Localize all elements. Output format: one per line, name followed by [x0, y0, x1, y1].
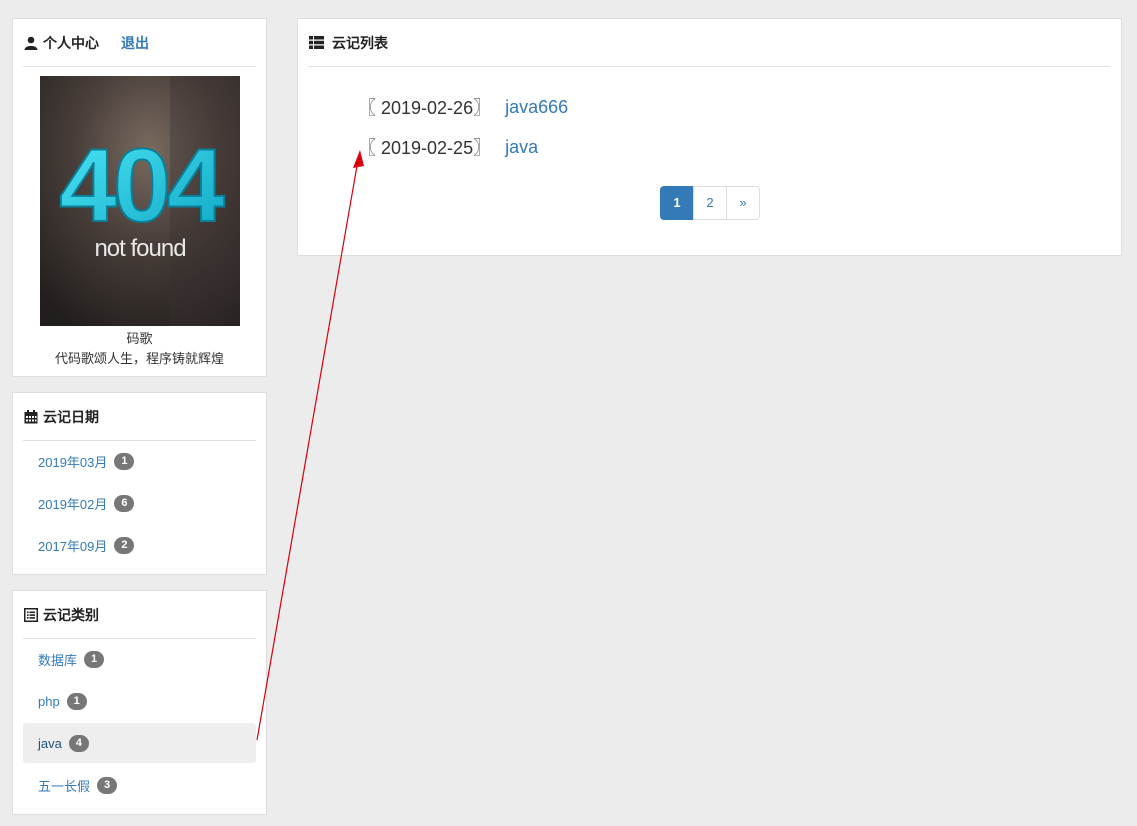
calendar-icon [23, 409, 39, 425]
category-item-label[interactable]: 数据库 [38, 650, 77, 669]
note-item: 〖 2019-02-25〗 java [358, 127, 568, 167]
avatar-404-text: 404 [59, 128, 225, 244]
notes-panel: 云记列表 〖 2019-02-26〗 java666 〖 2019-02-25〗… [297, 18, 1122, 256]
date-list: 2019年03月 1 2019年02月 6 2017年09月 2 [23, 441, 256, 567]
avatar: 404 not found [40, 76, 240, 326]
categories-panel-header: 云记类别 [23, 591, 256, 639]
page-2-button[interactable]: 2 [693, 186, 727, 220]
category-item[interactable]: 五一长假 3 [23, 765, 256, 805]
notes-panel-title: 云记列表 [332, 34, 388, 51]
notes-panel-header: 云记列表 [308, 19, 1111, 67]
profile-name: 码歌 [126, 331, 153, 346]
note-date: 〖 2019-02-26〗 [358, 98, 492, 118]
categories-panel: 云记类别 数据库 1 php 1 java 4 五一长假 3 [12, 590, 267, 815]
category-item[interactable]: 数据库 1 [23, 639, 256, 679]
count-badge: 1 [84, 650, 105, 668]
note-item: 〖 2019-02-26〗 java666 [358, 87, 568, 127]
category-item-active[interactable]: java 4 [23, 723, 256, 763]
date-item-label[interactable]: 2017年09月 [38, 536, 107, 555]
count-badge: 6 [114, 494, 135, 512]
categories-panel-title: 云记类别 [43, 606, 99, 623]
count-badge: 2 [114, 536, 135, 554]
count-badge: 1 [114, 452, 135, 470]
category-item-label[interactable]: java [38, 736, 62, 751]
pagination: 1 2 » [660, 186, 760, 220]
dates-panel: 云记日期 2019年03月 1 2019年02月 6 2017年09月 2 [12, 392, 267, 575]
profile-panel-header: 个人中心 退出 [23, 19, 256, 67]
count-badge: 1 [66, 692, 87, 710]
profile-panel: 个人中心 退出 404 not found 码歌 代码歌颂人生，程序铸就辉煌 [12, 18, 267, 377]
count-badge: 3 [97, 776, 118, 794]
dates-panel-header: 云记日期 [23, 393, 256, 441]
th-list-icon [308, 35, 324, 51]
avatar-not-found-text: not found [94, 235, 185, 262]
page-1-button[interactable]: 1 [660, 186, 694, 220]
date-item[interactable]: 2017年09月 2 [23, 525, 256, 565]
category-list: 数据库 1 php 1 java 4 五一长假 3 [23, 639, 256, 807]
note-date: 〖 2019-02-25〗 [358, 138, 492, 158]
category-item-label[interactable]: php [38, 694, 60, 709]
date-item-label[interactable]: 2019年02月 [38, 494, 107, 513]
count-badge: 4 [68, 734, 89, 752]
list-alt-icon [23, 607, 39, 623]
profile-motto: 代码歌颂人生，程序铸就辉煌 [54, 351, 224, 366]
dates-panel-title: 云记日期 [43, 408, 99, 425]
profile-panel-title: 个人中心 [43, 34, 99, 51]
category-item-label[interactable]: 五一长假 [38, 776, 90, 795]
date-item-label[interactable]: 2019年03月 [38, 452, 107, 471]
date-item[interactable]: 2019年02月 6 [23, 483, 256, 523]
note-title-link[interactable]: java666 [505, 97, 568, 118]
category-item[interactable]: php 1 [23, 681, 256, 721]
note-list: 〖 2019-02-26〗 java666 〖 2019-02-25〗 java [358, 87, 568, 167]
logout-link[interactable]: 退出 [121, 33, 149, 53]
user-icon [23, 35, 39, 51]
date-item[interactable]: 2019年03月 1 [23, 441, 256, 481]
next-page-button[interactable]: » [726, 186, 760, 220]
note-title-link[interactable]: java [505, 137, 538, 158]
